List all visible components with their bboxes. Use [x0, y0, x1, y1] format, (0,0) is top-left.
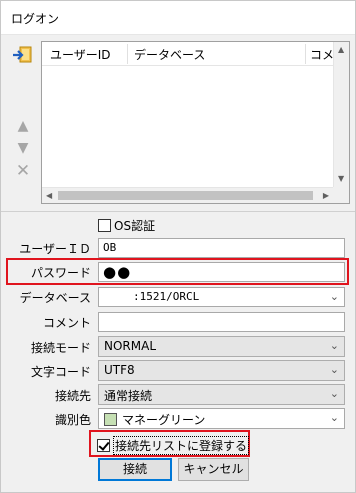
scroll-corner — [333, 187, 349, 203]
column-database[interactable]: データベース — [134, 46, 205, 63]
move-down-icon[interactable]: ▼ — [14, 139, 32, 157]
os-auth-checkbox[interactable]: OS認証 — [98, 217, 155, 234]
delete-icon[interactable]: ✕ — [14, 162, 32, 180]
column-user-id[interactable]: ユーザーID — [50, 46, 111, 63]
chevron-down-icon[interactable]: ⌄ — [330, 363, 339, 376]
scroll-right-icon[interactable]: ▶ — [323, 191, 329, 201]
chevron-down-icon[interactable]: ⌄ — [330, 411, 339, 424]
chevron-down-icon[interactable]: ⌄ — [330, 290, 339, 303]
color-label: 識別色 — [54, 413, 91, 427]
database-value: :1521/ORCL — [133, 290, 200, 303]
database-combobox[interactable]: :1521/ORCL ⌄ — [98, 287, 345, 307]
connection-label: 接続先 — [54, 389, 91, 403]
column-separator — [127, 44, 128, 64]
divider — [1, 211, 355, 212]
scroll-up-icon[interactable]: ▲ — [338, 45, 344, 55]
cancel-button[interactable]: キャンセル — [178, 458, 249, 481]
charset-select[interactable]: UTF8 ⌄ — [98, 360, 345, 381]
chevron-down-icon[interactable]: ⌄ — [330, 387, 339, 400]
horizontal-scroll-thumb[interactable] — [58, 191, 313, 200]
connect-mode-select[interactable]: NORMAL ⌄ — [98, 336, 345, 357]
connect-button[interactable]: 接続 — [98, 458, 172, 481]
os-auth-label: OS認証 — [114, 219, 156, 233]
connect-mode-label: 接続モード — [30, 341, 91, 355]
connect-mode-value: NORMAL — [104, 339, 157, 353]
color-swatch — [104, 413, 117, 426]
color-value: マネーグリーン — [122, 413, 206, 427]
os-auth-check-box[interactable] — [98, 219, 111, 232]
column-separator — [305, 44, 306, 64]
connection-select[interactable]: 通常接続 ⌄ — [98, 384, 345, 405]
vertical-scrollbar[interactable]: ▲ ▼ — [333, 42, 349, 187]
horizontal-scrollbar[interactable]: ◀ ▶ — [42, 187, 333, 203]
register-checkbox[interactable]: 接続先リストに登録する — [97, 436, 250, 455]
scroll-down-icon[interactable]: ▼ — [338, 174, 344, 184]
connection-list[interactable]: ユーザーID データベース コメ ▲ ▼ ◀ ▶ — [41, 41, 350, 204]
comment-label: コメント — [42, 316, 91, 330]
user-id-label: ユーザーＩＤ — [19, 242, 91, 256]
color-select[interactable]: マネーグリーン ⌄ — [98, 408, 345, 429]
logon-dialog: ログオン ▲ ▼ ✕ ユーザーID データベース コメ ▲ ▼ ◀ ▶ OS認証 — [0, 0, 356, 493]
database-label: データベース — [19, 291, 91, 305]
list-header: ユーザーID データベース コメ — [42, 42, 334, 66]
login-icon[interactable] — [12, 46, 34, 64]
charset-value: UTF8 — [104, 363, 135, 377]
column-comment[interactable]: コメ — [310, 46, 334, 63]
charset-label: 文字コード — [30, 365, 91, 379]
scroll-left-icon[interactable]: ◀ — [46, 191, 52, 201]
title-bar: ログオン — [1, 1, 355, 35]
window-title: ログオン — [11, 12, 60, 26]
user-id-field[interactable]: OB — [98, 238, 345, 258]
password-label: パスワード — [30, 266, 91, 280]
register-check-box[interactable] — [97, 439, 110, 452]
move-up-icon[interactable]: ▲ — [14, 117, 32, 135]
password-field[interactable]: ●● — [98, 262, 345, 282]
register-label: 接続先リストに登録する — [113, 436, 250, 455]
chevron-down-icon[interactable]: ⌄ — [330, 339, 339, 352]
connection-value: 通常接続 — [104, 389, 153, 403]
comment-field[interactable] — [98, 312, 345, 332]
